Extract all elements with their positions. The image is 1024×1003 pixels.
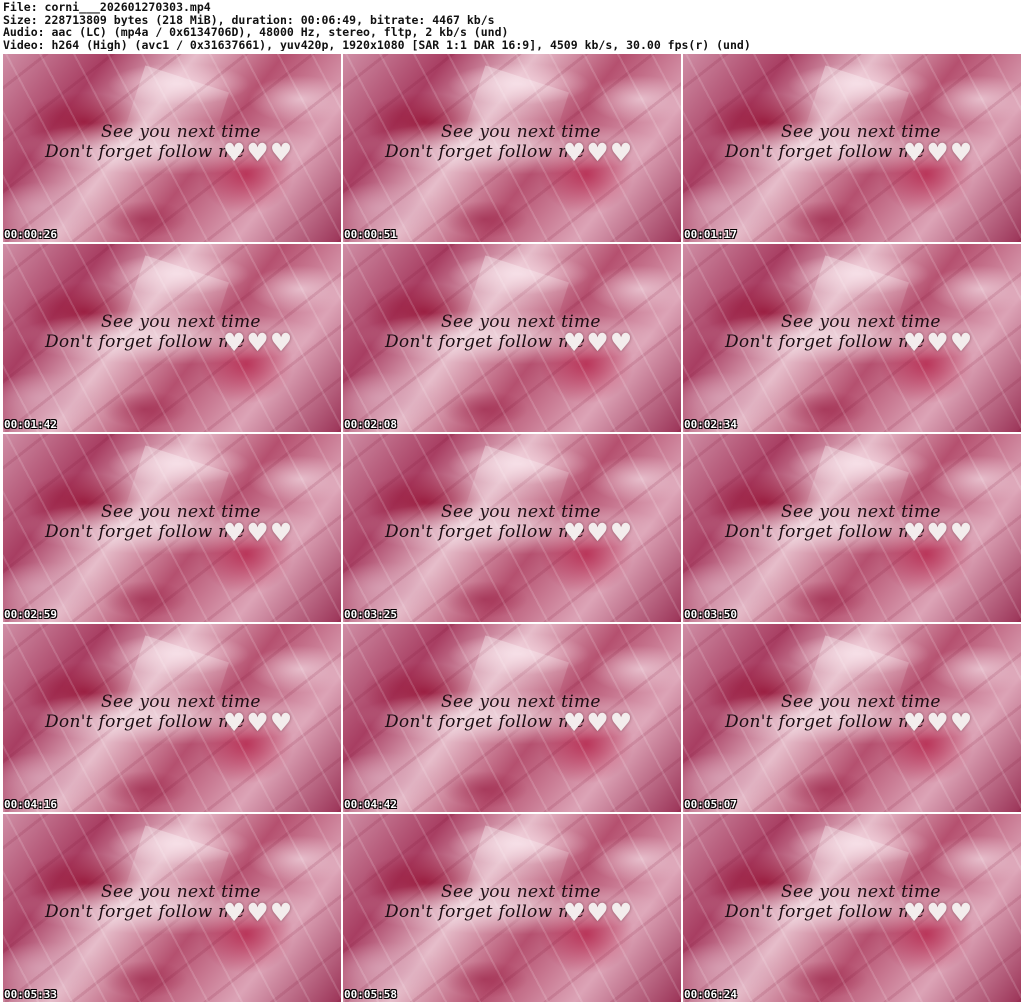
caption-line-2: Don't forget follow me	[45, 902, 245, 922]
heart-icons: ♥♥♥	[903, 138, 974, 167]
heart-icons: ♥♥♥	[223, 138, 294, 167]
thumbnail-timestamp: 00:02:59	[4, 608, 57, 621]
caption-overlay: See you next time Don't forget follow me ♥…	[683, 306, 1021, 366]
caption-line-2: Don't forget follow me	[45, 332, 245, 352]
file-name-line: File: corni___202601270303.mp4	[3, 1, 211, 14]
caption-line-2: Don't forget follow me	[45, 712, 245, 732]
thumbnail-timestamp: 00:02:34	[684, 418, 737, 431]
thumbnail-timestamp: 00:01:17	[684, 228, 737, 241]
caption-overlay: See you next time Don't forget follow me ♥…	[343, 496, 681, 556]
caption-overlay: See you next time Don't forget follow me ♥…	[343, 306, 681, 366]
caption-line-2: Don't forget follow me	[385, 142, 585, 162]
video-thumbnail: See you next time Don't forget follow me ♥…	[343, 814, 681, 1002]
caption-overlay: See you next time Don't forget follow me ♥…	[3, 306, 341, 366]
caption-overlay: See you next time Don't forget follow me ♥…	[343, 116, 681, 176]
thumbnail-timestamp: 00:06:24	[684, 988, 737, 1001]
thumbnail-timestamp: 00:05:33	[4, 988, 57, 1001]
video-thumbnail: See you next time Don't forget follow me ♥…	[3, 434, 341, 622]
caption-overlay: See you next time Don't forget follow me ♥…	[3, 116, 341, 176]
video-info-line: Video: h264 (High) (avc1 / 0x31637661), …	[3, 38, 751, 51]
heart-icons: ♥♥♥	[563, 328, 634, 357]
thumbnail-timestamp: 00:04:16	[4, 798, 57, 811]
caption-line-2: Don't forget follow me	[385, 332, 585, 352]
caption-line-2: Don't forget follow me	[385, 902, 585, 922]
caption-line-2: Don't forget follow me	[725, 902, 925, 922]
heart-icons: ♥♥♥	[563, 708, 634, 737]
heart-icons: ♥♥♥	[563, 518, 634, 547]
heart-icons: ♥♥♥	[903, 708, 974, 737]
thumbnail-timestamp: 00:05:58	[344, 988, 397, 1001]
thumbnail-timestamp: 00:03:25	[344, 608, 397, 621]
heart-icons: ♥♥♥	[903, 898, 974, 927]
video-thumbnail: See you next time Don't forget follow me ♥…	[683, 624, 1021, 812]
thumbnail-timestamp: 00:01:42	[4, 418, 57, 431]
thumbnail-timestamp: 00:05:07	[684, 798, 737, 811]
thumbnail-timestamp: 00:00:51	[344, 228, 397, 241]
heart-icons: ♥♥♥	[223, 708, 294, 737]
heart-icons: ♥♥♥	[223, 328, 294, 357]
caption-overlay: See you next time Don't forget follow me ♥…	[3, 876, 341, 936]
caption-line-2: Don't forget follow me	[725, 332, 925, 352]
caption-overlay: See you next time Don't forget follow me ♥…	[683, 116, 1021, 176]
video-thumbnail: See you next time Don't forget follow me ♥…	[343, 624, 681, 812]
caption-line-2: Don't forget follow me	[385, 522, 585, 542]
video-thumbnail: See you next time Don't forget follow me ♥…	[683, 54, 1021, 242]
thumbnail-grid: See you next time Don't forget follow me ♥…	[3, 54, 1021, 1002]
video-thumbnail: See you next time Don't forget follow me ♥…	[683, 244, 1021, 432]
caption-overlay: See you next time Don't forget follow me ♥…	[343, 876, 681, 936]
thumbnail-timestamp: 00:03:50	[684, 608, 737, 621]
heart-icons: ♥♥♥	[563, 138, 634, 167]
thumbnail-timestamp: 00:04:42	[344, 798, 397, 811]
video-thumbnail: See you next time Don't forget follow me ♥…	[343, 54, 681, 242]
thumbnail-timestamp: 00:00:26	[4, 228, 57, 241]
heart-icons: ♥♥♥	[903, 328, 974, 357]
video-thumbnail: See you next time Don't forget follow me ♥…	[3, 244, 341, 432]
audio-info-line: Audio: aac (LC) (mp4a / 0x6134706D), 480…	[3, 26, 509, 39]
video-thumbnail: See you next time Don't forget follow me ♥…	[3, 814, 341, 1002]
heart-icons: ♥♥♥	[223, 898, 294, 927]
caption-line-2: Don't forget follow me	[45, 142, 245, 162]
file-info-header: File: corni___202601270303.mp4 Size: 228…	[3, 1, 1021, 53]
video-thumbnail: See you next time Don't forget follow me ♥…	[343, 244, 681, 432]
video-thumbnail: See you next time Don't forget follow me ♥…	[343, 434, 681, 622]
caption-line-2: Don't forget follow me	[45, 522, 245, 542]
heart-icons: ♥♥♥	[223, 518, 294, 547]
caption-overlay: See you next time Don't forget follow me ♥…	[683, 686, 1021, 746]
caption-line-2: Don't forget follow me	[385, 712, 585, 732]
caption-line-2: Don't forget follow me	[725, 712, 925, 732]
caption-line-2: Don't forget follow me	[725, 522, 925, 542]
caption-overlay: See you next time Don't forget follow me ♥…	[3, 686, 341, 746]
file-size-line: Size: 228713809 bytes (218 MiB), duratio…	[3, 13, 495, 26]
caption-overlay: See you next time Don't forget follow me ♥…	[683, 876, 1021, 936]
video-thumbnail: See you next time Don't forget follow me ♥…	[683, 814, 1021, 1002]
caption-overlay: See you next time Don't forget follow me ♥…	[3, 496, 341, 556]
heart-icons: ♥♥♥	[903, 518, 974, 547]
caption-overlay: See you next time Don't forget follow me ♥…	[343, 686, 681, 746]
caption-overlay: See you next time Don't forget follow me ♥…	[683, 496, 1021, 556]
video-thumbnail: See you next time Don't forget follow me ♥…	[3, 624, 341, 812]
heart-icons: ♥♥♥	[563, 898, 634, 927]
video-thumbnail: See you next time Don't forget follow me ♥…	[3, 54, 341, 242]
video-thumbnail: See you next time Don't forget follow me ♥…	[683, 434, 1021, 622]
caption-line-2: Don't forget follow me	[725, 142, 925, 162]
thumbnail-timestamp: 00:02:08	[344, 418, 397, 431]
